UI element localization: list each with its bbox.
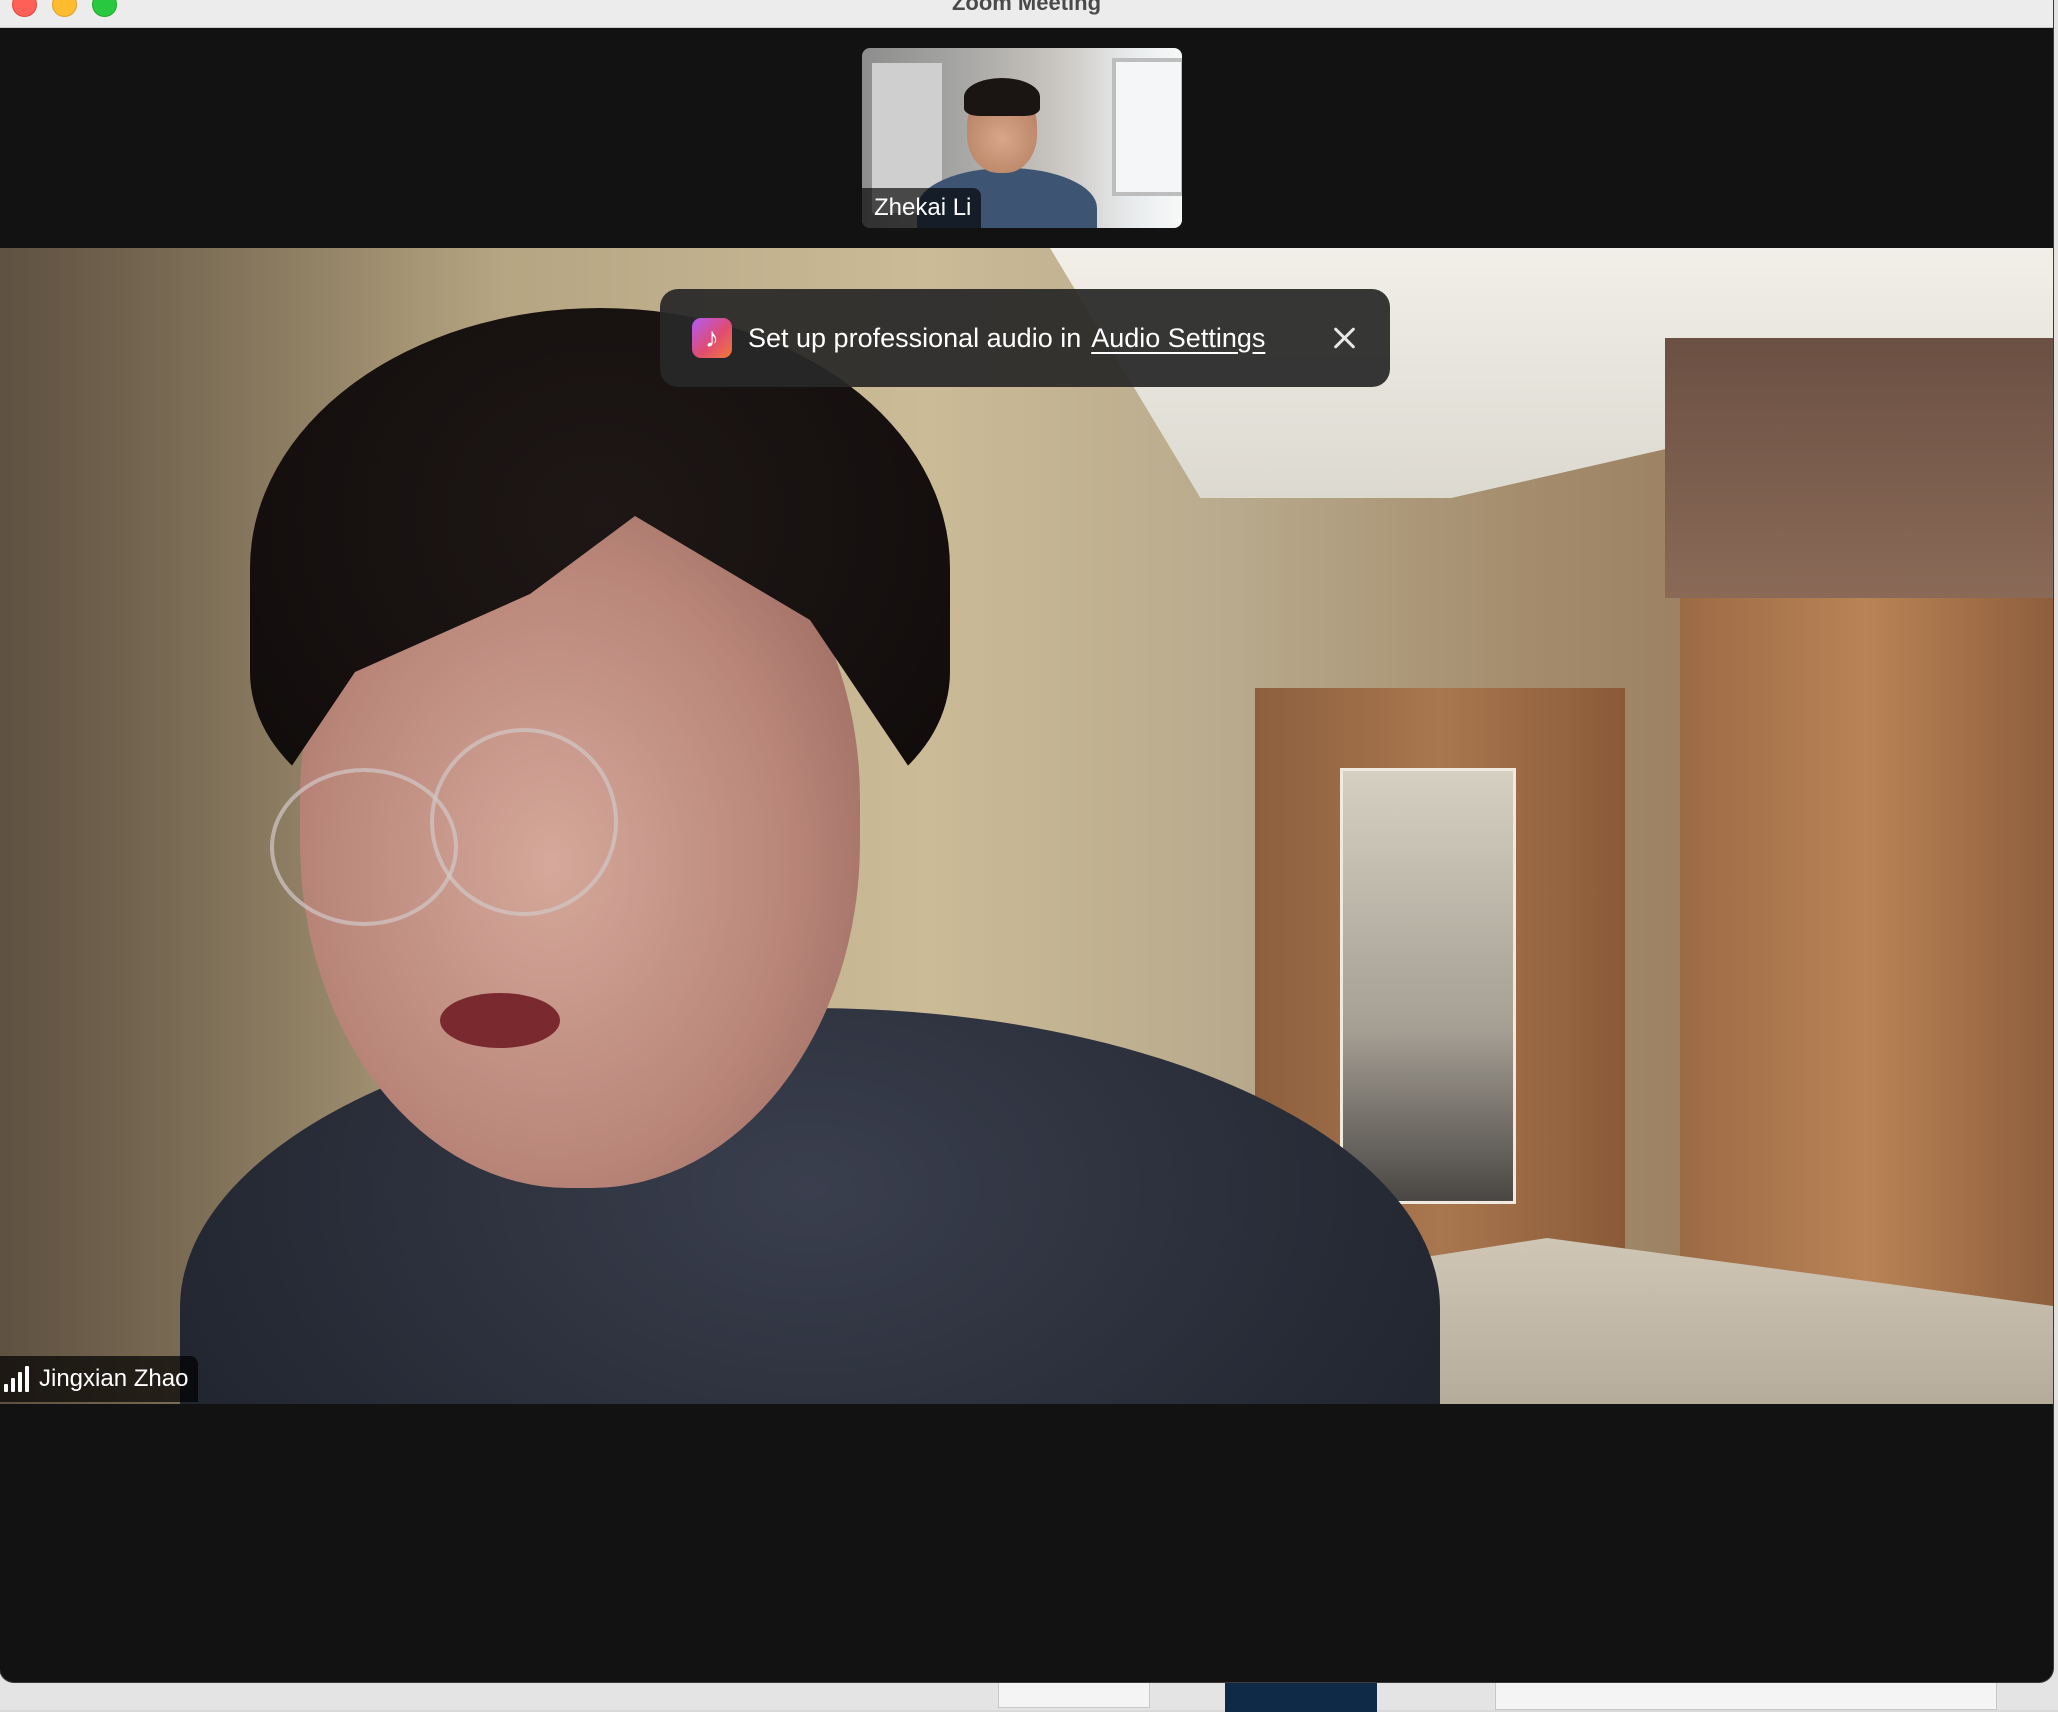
background-window-fragment [1225,1682,1377,1712]
signal-strength-icon [4,1366,29,1392]
thumbnail-background-window [1112,58,1182,196]
main-video-name-tag: Jingxian Zhao [0,1356,199,1402]
thumbnail-participant-name: Zhekai Li [874,194,972,221]
window-title: Zoom Meeting [951,0,1102,15]
main-participant-name: Jingxian Zhao [39,1365,189,1392]
participant-lips [440,993,560,1048]
audio-settings-banner: ♪ Set up professional audio in Audio Set… [660,289,1390,387]
music-note-icon: ♪ [692,318,732,358]
close-icon[interactable] [1328,322,1360,354]
video-background-shelf [1665,338,2053,598]
background-window-fragment [998,1682,1150,1708]
audio-settings-link[interactable]: Audio Settings [1091,323,1265,354]
participant-glasses-right [430,728,618,916]
video-background-mirror [1340,768,1516,1204]
participant-thumbnail-video[interactable]: Zhekai Li [862,48,1182,228]
thumbnail-name-tag: Zhekai Li [862,188,982,228]
background-window-fragment [1495,1682,1997,1710]
active-speaker-video[interactable] [0,248,2053,1404]
banner-message: Set up professional audio in [748,322,1082,353]
thumbnail-participant-hair [964,78,1040,116]
participant-glasses-left [270,768,458,926]
title-bar: Zoom Meeting [0,0,2053,28]
zoom-meeting-window: Zoom Meeting Zhekai Li ♪ Set up professi… [0,0,2053,1682]
